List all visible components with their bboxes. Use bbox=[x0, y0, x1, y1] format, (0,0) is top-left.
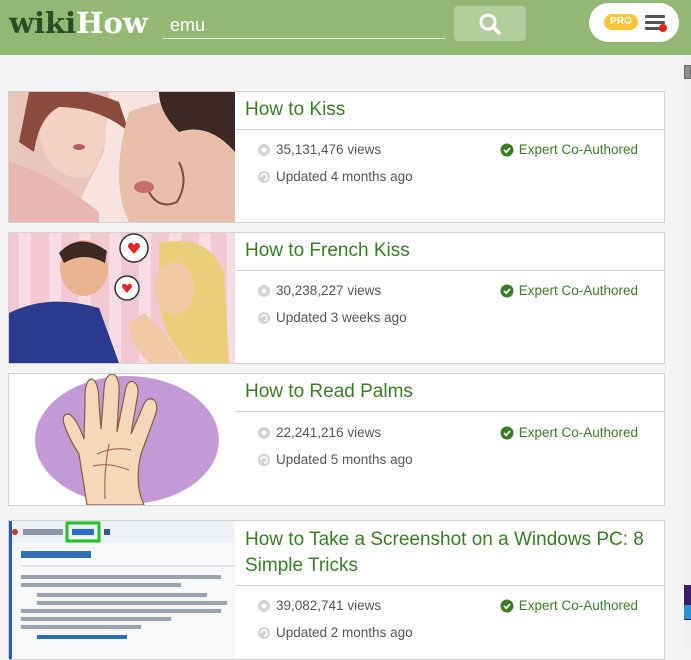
views-count: 30,238,227 views bbox=[257, 283, 381, 298]
article-thumbnail[interactable] bbox=[9, 374, 235, 505]
updated-text: Updated 4 months ago bbox=[276, 169, 413, 184]
views-text: 30,238,227 views bbox=[276, 283, 382, 298]
checkmark-badge-icon bbox=[500, 426, 514, 440]
search-button[interactable] bbox=[454, 6, 526, 41]
article-title-bar: How to French Kiss bbox=[235, 233, 664, 271]
views-text: 22,241,216 views bbox=[276, 425, 382, 440]
expert-badge: Expert Co-Authored bbox=[500, 425, 638, 440]
wikihow-logo[interactable]: wikiHow bbox=[9, 6, 148, 40]
article-updated-row: Updated 3 weeks ago bbox=[257, 310, 638, 330]
eye-icon bbox=[258, 285, 270, 297]
updated-info: Updated 5 months ago bbox=[257, 452, 413, 467]
article-meta-row: 39,082,741 views Expert Co-Authored bbox=[257, 598, 638, 618]
article-meta-row: 35,131,476 views Expert Co-Authored bbox=[257, 142, 638, 162]
article-title-link[interactable]: How to Take a Screenshot on a Windows PC… bbox=[245, 527, 654, 579]
ad-close-icon[interactable] bbox=[684, 65, 691, 79]
article-updated-row: Updated 5 months ago bbox=[257, 452, 638, 472]
expert-text: Expert Co-Authored bbox=[518, 425, 638, 440]
article-title-link[interactable]: How to French Kiss bbox=[245, 238, 654, 264]
article-updated-row: Updated 2 months ago bbox=[257, 625, 638, 645]
pro-menu-button[interactable]: PRO bbox=[589, 3, 679, 42]
updated-text: Updated 2 months ago bbox=[276, 625, 413, 640]
views-count: 39,082,741 views bbox=[257, 598, 381, 613]
eye-icon bbox=[258, 600, 270, 612]
logo-wiki-text: wiki bbox=[9, 6, 77, 40]
article-updated-row: Updated 4 months ago bbox=[257, 169, 638, 189]
views-count: 22,241,216 views bbox=[257, 425, 381, 440]
side-ad-badge[interactable] bbox=[684, 585, 691, 620]
refresh-icon bbox=[258, 627, 270, 639]
updated-text: Updated 3 weeks ago bbox=[276, 310, 407, 325]
article-card[interactable]: How to Read Palms 22,241,216 views Exper… bbox=[8, 373, 665, 506]
expert-text: Expert Co-Authored bbox=[518, 283, 638, 298]
expert-text: Expert Co-Authored bbox=[518, 142, 638, 157]
search-icon bbox=[479, 13, 501, 35]
site-header: wikiHow PRO bbox=[0, 0, 691, 55]
checkmark-badge-icon bbox=[500, 284, 514, 298]
article-title-bar: How to Take a Screenshot on a Windows PC… bbox=[235, 521, 664, 586]
logo-how-text: How bbox=[76, 6, 148, 40]
expert-badge: Expert Co-Authored bbox=[500, 598, 638, 613]
side-ad-strip bbox=[684, 55, 691, 648]
updated-info: Updated 4 months ago bbox=[257, 169, 413, 184]
article-card[interactable]: How to Take a Screenshot on a Windows PC… bbox=[8, 520, 665, 660]
article-title-link[interactable]: How to Read Palms bbox=[245, 379, 654, 405]
notification-dot bbox=[659, 24, 667, 32]
article-card[interactable]: How to Kiss 35,131,476 views Expert Co-A… bbox=[8, 91, 665, 223]
checkmark-badge-icon bbox=[500, 143, 514, 157]
expert-text: Expert Co-Authored bbox=[518, 598, 638, 613]
eye-icon bbox=[258, 427, 270, 439]
views-text: 35,131,476 views bbox=[276, 142, 382, 157]
search-input[interactable] bbox=[163, 8, 445, 39]
article-title-link[interactable]: How to Kiss bbox=[245, 97, 654, 123]
refresh-icon bbox=[258, 454, 270, 466]
article-title-bar: How to Read Palms bbox=[235, 374, 664, 412]
views-text: 39,082,741 views bbox=[276, 598, 382, 613]
views-count: 35,131,476 views bbox=[257, 142, 381, 157]
article-meta-row: 22,241,216 views Expert Co-Authored bbox=[257, 425, 638, 445]
updated-info: Updated 3 weeks ago bbox=[257, 310, 407, 325]
article-thumbnail[interactable] bbox=[9, 521, 235, 659]
expert-badge: Expert Co-Authored bbox=[500, 142, 638, 157]
article-thumbnail[interactable] bbox=[9, 233, 235, 363]
pro-badge: PRO bbox=[604, 14, 638, 30]
checkmark-badge-icon bbox=[500, 599, 514, 613]
updated-info: Updated 2 months ago bbox=[257, 625, 413, 640]
expert-badge: Expert Co-Authored bbox=[500, 283, 638, 298]
eye-icon bbox=[258, 144, 270, 156]
updated-text: Updated 5 months ago bbox=[276, 452, 413, 467]
refresh-icon bbox=[258, 171, 270, 183]
refresh-icon bbox=[258, 312, 270, 324]
article-card[interactable]: How to French Kiss 30,238,227 views Expe… bbox=[8, 232, 665, 364]
article-meta-row: 30,238,227 views Expert Co-Authored bbox=[257, 283, 638, 303]
article-thumbnail[interactable] bbox=[9, 92, 235, 222]
article-title-bar: How to Kiss bbox=[235, 92, 664, 130]
